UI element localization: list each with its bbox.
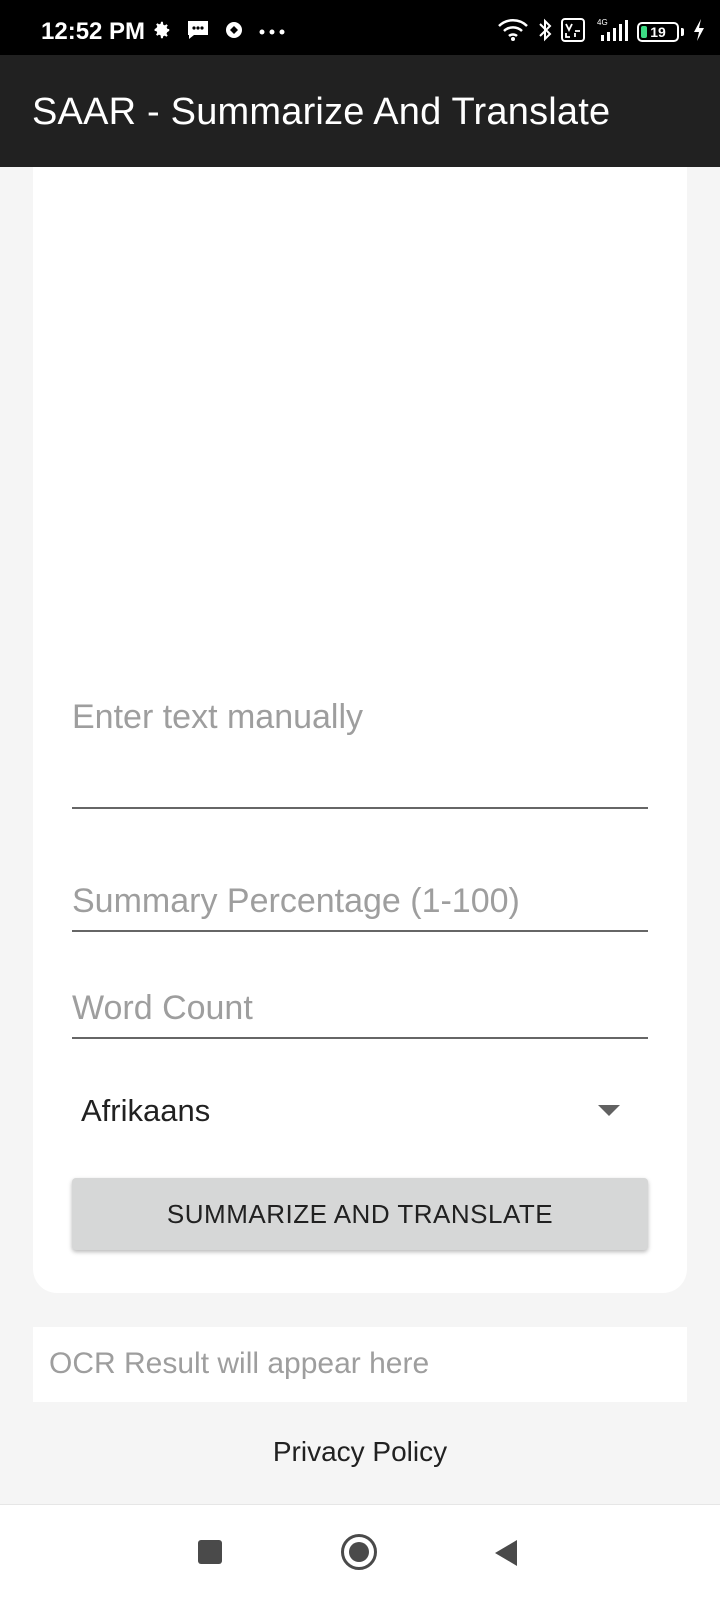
manual-text-placeholder: Enter text manually xyxy=(72,698,364,736)
status-bar: 12:52 PM 4G 19 xyxy=(0,0,720,55)
app-bar: SAAR - Summarize And Translate xyxy=(0,55,720,167)
summary-percentage-placeholder: Summary Percentage (1-100) xyxy=(72,882,520,920)
message-icon xyxy=(186,19,210,46)
word-count-input[interactable]: Word Count xyxy=(72,975,648,1039)
status-time: 12:52 PM xyxy=(41,18,146,45)
signal-icon: 4G xyxy=(593,17,629,48)
summary-percentage-input[interactable]: Summary Percentage (1-100) xyxy=(72,870,648,932)
language-selected-value: Afrikaans xyxy=(81,1093,211,1128)
system-icons: 4G 19 xyxy=(497,17,706,48)
language-select[interactable]: Afrikaans xyxy=(72,1085,648,1137)
navigation-bar xyxy=(0,1504,720,1601)
settings-icon xyxy=(150,19,172,46)
word-count-placeholder: Word Count xyxy=(72,989,253,1027)
bluetooth-icon xyxy=(537,18,553,47)
battery-tip xyxy=(681,28,684,36)
recents-icon[interactable] xyxy=(198,1540,222,1564)
app-icon xyxy=(224,20,244,45)
summarize-translate-button[interactable]: SUMMARIZE AND TRANSLATE xyxy=(72,1178,648,1250)
charging-icon xyxy=(692,18,706,47)
manual-text-input[interactable]: Enter text manually xyxy=(72,680,648,809)
volte-icon xyxy=(561,17,585,47)
more-icon xyxy=(258,23,286,41)
notification-icons xyxy=(150,20,286,44)
battery-level: 19 xyxy=(650,24,666,40)
svg-text:4G: 4G xyxy=(597,18,608,27)
privacy-policy-link[interactable]: Privacy Policy xyxy=(0,1436,720,1468)
dropdown-arrow-icon xyxy=(598,1105,620,1116)
back-icon[interactable] xyxy=(495,1540,517,1566)
wifi-icon xyxy=(497,18,529,47)
battery-icon: 19 xyxy=(637,22,679,42)
page-title: SAAR - Summarize And Translate xyxy=(32,91,611,133)
ocr-result-field[interactable]: OCR Result will appear here xyxy=(33,1327,687,1402)
ocr-result-placeholder: OCR Result will appear here xyxy=(49,1347,430,1380)
home-icon[interactable] xyxy=(341,1534,377,1570)
